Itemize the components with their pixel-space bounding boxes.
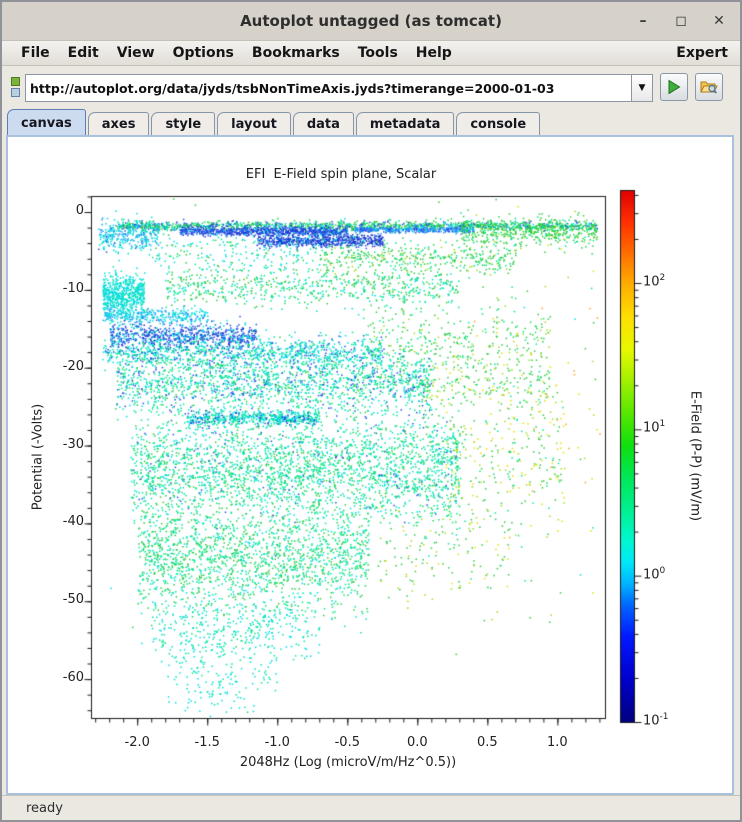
- y-tick-label: -60: [62, 670, 84, 686]
- url-input[interactable]: [25, 74, 631, 102]
- tab-strip: canvas axes style layout data metadata console: [7, 109, 542, 135]
- close-button[interactable]: ✕: [712, 14, 726, 28]
- y-tick-label: -20: [62, 358, 84, 374]
- menu-help[interactable]: Help: [407, 43, 461, 64]
- inspect-url-button[interactable]: [695, 73, 723, 101]
- plot-canvas[interactable]: [8, 137, 732, 789]
- x-tick-label: -2.0: [124, 735, 150, 750]
- autoplot-window: Autoplot untagged (as tomcat) – ◻ ✕ File…: [0, 0, 742, 822]
- colorbar-tick-label: 101: [643, 419, 666, 436]
- tab-canvas[interactable]: canvas: [7, 109, 86, 135]
- title-bar: Autoplot untagged (as tomcat) – ◻ ✕: [2, 2, 740, 41]
- menu-options[interactable]: Options: [164, 43, 243, 64]
- y-axis-title: Potential (-Volts): [30, 403, 46, 511]
- y-tick-label: -50: [62, 592, 84, 608]
- y-tick-label: -40: [62, 514, 84, 530]
- menu-edit[interactable]: Edit: [59, 43, 108, 64]
- tab-style[interactable]: style: [151, 112, 216, 135]
- colorbar-tick-label: 102: [643, 272, 666, 290]
- play-icon: [668, 79, 681, 95]
- minimize-button[interactable]: –: [636, 14, 650, 28]
- colorbar-tick-label: 100: [643, 565, 666, 582]
- menu-view[interactable]: View: [108, 43, 164, 64]
- status-text: ready: [26, 801, 63, 816]
- url-dropdown-button[interactable]: ▼: [631, 74, 653, 102]
- datasource-status-icon: [9, 77, 21, 97]
- x-tick-label: -1.5: [194, 735, 220, 750]
- tab-data[interactable]: data: [292, 112, 354, 135]
- menu-items: File Edit View Options Bookmarks Tools Help: [2, 43, 461, 64]
- maximize-button[interactable]: ◻: [674, 14, 688, 28]
- menu-bar: File Edit View Options Bookmarks Tools Help Ex…: [2, 41, 740, 66]
- tab-layout[interactable]: layout: [217, 112, 291, 135]
- url-combo: ▼: [25, 74, 653, 102]
- x-axis-title: 2048Hz (Log (microV/m/Hz^0.5)): [239, 755, 457, 770]
- x-tick-label: 1.0: [547, 735, 568, 750]
- x-tick-label: 0.0: [406, 735, 428, 750]
- menu-bookmarks[interactable]: Bookmarks: [243, 43, 349, 64]
- window-title: Autoplot untagged (as tomcat): [240, 12, 502, 30]
- chevron-down-icon: ▼: [638, 83, 646, 93]
- x-tick-label: -1.0: [264, 735, 290, 750]
- menu-tools[interactable]: Tools: [349, 43, 407, 64]
- y-tick-label: 0: [75, 203, 84, 219]
- tab-console[interactable]: console: [456, 112, 541, 135]
- y-tick-label: -10: [62, 280, 84, 296]
- x-tick-label: 0.5: [477, 735, 498, 750]
- datasource-green-square-icon: [10, 77, 20, 86]
- colorbar-tick-label: 10-1: [643, 712, 669, 729]
- x-tick-label: -0.5: [334, 735, 360, 750]
- tab-metadata[interactable]: metadata: [355, 112, 455, 135]
- status-bar: ready: [2, 795, 740, 820]
- window-controls: – ◻ ✕: [636, 2, 726, 40]
- datasource-blue-square-icon: [10, 88, 20, 97]
- plot-title: EFI E-Field spin plane, Scalar: [245, 167, 437, 182]
- menu-file[interactable]: File: [12, 43, 59, 64]
- address-row: ▼: [2, 66, 740, 108]
- go-button[interactable]: [660, 73, 688, 101]
- colorbar-title: E-Field (P-P) (mV/m): [687, 390, 703, 522]
- tab-axes[interactable]: axes: [87, 112, 150, 135]
- y-tick-label: -30: [62, 436, 84, 452]
- plot-panel[interactable]: EFI E-Field spin plane, Scalar Potential…: [6, 135, 734, 795]
- menu-expert[interactable]: Expert: [676, 45, 740, 61]
- open-folder-icon: [700, 81, 718, 94]
